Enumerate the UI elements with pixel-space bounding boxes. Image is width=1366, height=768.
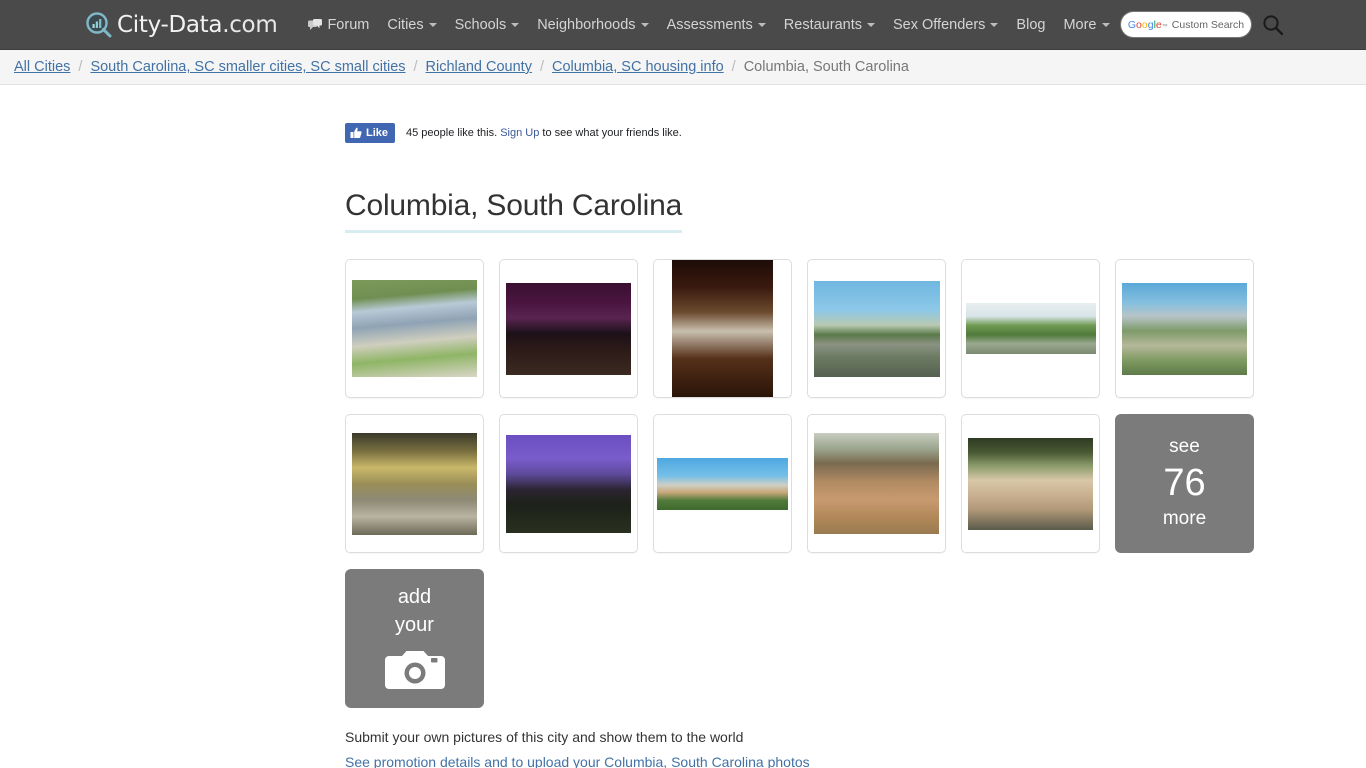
search-input[interactable]: Google ™ Custom Search <box>1121 12 1251 37</box>
page-title: Columbia, South Carolina <box>345 189 682 233</box>
trademark-symbol: ™ <box>1161 23 1168 30</box>
photo-thumbnail[interactable] <box>345 414 484 553</box>
menu-item-sex-offenders[interactable]: Sex Offenders <box>884 11 1007 39</box>
camera-icon <box>384 646 445 692</box>
like-tail-text: to see what your friends like. <box>542 127 682 139</box>
menu-label: More <box>1063 16 1097 33</box>
photo-thumbnail[interactable] <box>345 259 484 398</box>
chevron-down-icon <box>640 22 649 27</box>
facebook-like-widget: Like 45 people like this. Sign Up to see… <box>345 123 1366 143</box>
menu-label: Assessments <box>666 16 753 33</box>
breadcrumb-item-columbia-housing[interactable]: Columbia, SC housing info <box>552 59 724 75</box>
menu-item-blog[interactable]: Blog <box>1007 11 1054 39</box>
photo-thumbnail[interactable] <box>807 414 946 553</box>
photo-image <box>672 260 773 397</box>
facebook-like-text: 45 people like this. Sign Up to see what… <box>406 127 682 139</box>
photo-thumbnail[interactable] <box>653 414 792 553</box>
menu-label: Blog <box>1016 16 1046 33</box>
photo-thumbnail[interactable] <box>499 259 638 398</box>
breadcrumb-item-all-cities[interactable]: All Cities <box>14 59 70 75</box>
speech-bubble-icon <box>308 18 323 31</box>
menu-item-more[interactable]: More <box>1054 11 1118 39</box>
search-placeholder: Google ™ Custom Search <box>1128 19 1244 31</box>
photo-thumbnail[interactable] <box>961 414 1100 553</box>
promotion-details-link[interactable]: See promotion details and to upload your… <box>345 754 810 768</box>
menu-item-cities[interactable]: Cities <box>378 11 445 39</box>
photo-thumbnail[interactable] <box>1115 259 1254 398</box>
chevron-down-icon <box>1101 22 1110 27</box>
add-your-photo-tile[interactable]: add your <box>345 569 484 708</box>
menu-item-assessments[interactable]: Assessments <box>658 11 775 39</box>
photo-image <box>814 433 939 534</box>
photo-thumbnail[interactable] <box>961 259 1100 398</box>
see-more-count: 76 <box>1163 462 1206 505</box>
add-photo-label-line1: add <box>397 585 432 608</box>
photo-image <box>965 303 1096 354</box>
photo-thumbnail[interactable] <box>499 414 638 553</box>
magnifier-chart-logo-icon <box>85 11 113 39</box>
photo-thumbnail[interactable] <box>653 259 792 398</box>
photo-image <box>813 280 940 377</box>
breadcrumb-separator: / <box>731 59 736 75</box>
photo-grid: see 76 more add your <box>345 259 1270 708</box>
photo-image <box>968 437 1093 530</box>
menu-label: Neighborhoods <box>537 16 636 33</box>
see-more-label-top: see <box>1169 436 1200 458</box>
menu-item-restaurants[interactable]: Restaurants <box>775 11 884 39</box>
chevron-down-icon <box>511 22 520 27</box>
breadcrumb-current: Columbia, South Carolina <box>743 59 909 75</box>
custom-search-text: Custom Search <box>1171 18 1245 31</box>
add-photo-label-line2: your <box>395 613 434 636</box>
menu-item-schools[interactable]: Schools <box>446 11 529 39</box>
menu-label: Sex Offenders <box>892 16 986 33</box>
photo-image <box>506 434 631 533</box>
menu-label: Schools <box>454 16 507 33</box>
site-logo[interactable]: City-Data.com <box>85 11 278 39</box>
photo-image <box>657 457 788 510</box>
chevron-down-icon <box>428 22 437 27</box>
breadcrumb-separator: / <box>78 59 83 75</box>
photo-image <box>1122 282 1247 375</box>
chevron-down-icon <box>990 22 999 27</box>
chevron-down-icon <box>866 22 875 27</box>
breadcrumb-separator: / <box>539 59 544 75</box>
submit-pictures-note: Submit your own pictures of this city an… <box>345 729 744 745</box>
thumbs-up-icon <box>350 127 362 139</box>
main-content: Like 45 people like this. Sign Up to see… <box>0 123 1366 768</box>
menu-item-forum[interactable]: Forum <box>299 11 378 39</box>
search-icon[interactable] <box>1262 14 1284 36</box>
facebook-like-button[interactable]: Like <box>345 123 396 143</box>
menu-label: Cities <box>387 16 424 33</box>
photo-image <box>352 432 477 535</box>
chevron-down-icon <box>757 22 766 27</box>
facebook-signup-link[interactable]: Sign Up <box>500 127 539 139</box>
main-menu: Forum Cities Schools Neighborhoods Asses… <box>299 11 1118 39</box>
menu-item-neighborhoods[interactable]: Neighborhoods <box>528 11 657 39</box>
see-more-label-bottom: more <box>1162 507 1207 529</box>
menu-label: Restaurants <box>783 16 862 33</box>
breadcrumb-separator: / <box>413 59 418 75</box>
site-logo-text: City-Data.com <box>117 11 278 38</box>
photo-image <box>506 282 631 375</box>
search-area: Google ™ Custom Search <box>1121 12 1284 37</box>
see-more-photos-tile[interactable]: see 76 more <box>1115 414 1254 553</box>
breadcrumb: All Cities / South Carolina, SC smaller … <box>0 50 1366 85</box>
top-navigation-bar: City-Data.com Forum Cities Schools Neigh <box>0 0 1366 50</box>
menu-label: Forum <box>327 16 370 33</box>
photo-thumbnail[interactable] <box>807 259 946 398</box>
breadcrumb-item-south-carolina[interactable]: South Carolina, SC smaller cities, SC sm… <box>90 59 405 75</box>
breadcrumb-item-richland-county[interactable]: Richland County <box>426 59 532 75</box>
photo-image <box>352 280 477 377</box>
facebook-like-label: Like <box>366 127 389 139</box>
google-brand: Google <box>1127 18 1162 31</box>
like-count-text: 45 people like this. <box>406 127 498 139</box>
